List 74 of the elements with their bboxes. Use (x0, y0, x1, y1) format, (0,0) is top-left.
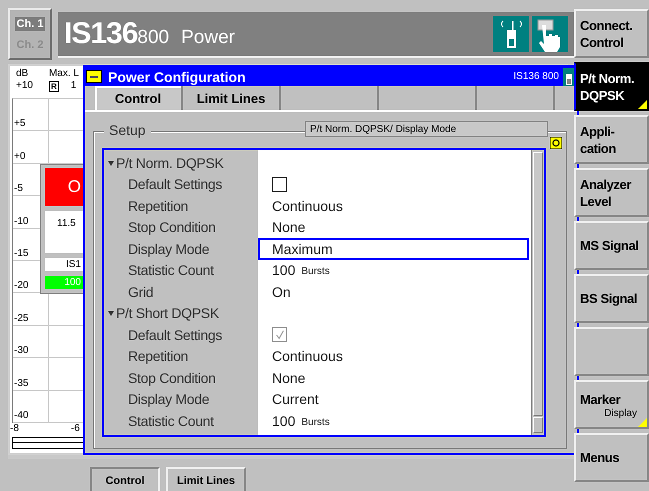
setting-label: Repetition (128, 198, 188, 214)
standard-tag: IS136 800 (513, 71, 559, 82)
mobile-phone-icon (563, 68, 575, 86)
bottom-tab[interactable]: Limit Lines (166, 467, 246, 491)
setting-label: Repetition (128, 348, 188, 364)
marker-value: 1 (70, 80, 76, 92)
setting-label: Grid (128, 284, 154, 300)
count-label: 100 (45, 276, 83, 289)
unit-label: dB (16, 68, 30, 80)
group-label[interactable]: P/t Norm. DQPSK (116, 154, 224, 171)
axis-label: -20 (14, 280, 28, 292)
setting-value[interactable]: None (272, 219, 306, 236)
softkey[interactable]: Menus (574, 433, 649, 482)
standard-label: IS1 (45, 258, 83, 271)
scrollbar[interactable] (531, 150, 544, 435)
setting-value[interactable]: Continuous (272, 198, 343, 214)
trace-label: Max. L (48, 68, 79, 80)
setting-value[interactable]: 100 (272, 412, 296, 429)
setting-label: Stop Condition (128, 219, 216, 236)
standard-title: IS136 (64, 17, 138, 51)
unit-label: Bursts (301, 266, 330, 278)
axis-label: +10 (16, 80, 33, 92)
band-label: 800 (137, 27, 170, 49)
axis-label: -30 (14, 345, 28, 358)
setting-label: Default Settings (128, 326, 222, 343)
bottom-tab[interactable]: Control (90, 467, 160, 491)
setting-value[interactable]: Continuous (272, 348, 343, 364)
status-indicator: O (45, 168, 83, 206)
checkbox[interactable] (272, 176, 287, 192)
axis-label: -35 (14, 378, 28, 390)
softkey[interactable]: P/t Norm. DQPSK (574, 62, 649, 111)
dialog-title: Power Configuration (108, 68, 246, 84)
axis-label: -15 (14, 248, 28, 260)
axis-label: -8 (10, 422, 19, 435)
setting-label: Display Mode (128, 391, 210, 408)
unit-label: Bursts (301, 416, 330, 428)
setting-value[interactable]: None (272, 370, 306, 386)
channel-tab[interactable]: Ch. 1 (14, 16, 46, 30)
axis-label: -25 (14, 312, 28, 325)
blank-softkey[interactable] (574, 327, 649, 376)
minimize-icon[interactable] (86, 70, 102, 83)
group-label[interactable]: P/t Short DQPSK (116, 305, 219, 322)
group-title: Setup (104, 122, 151, 138)
axis-label: -10 (14, 216, 28, 228)
setting-label: Default Settings (128, 176, 222, 192)
dialog-tab[interactable]: Control (95, 86, 183, 110)
axis-label: +0 (14, 150, 26, 163)
setting-label: Stop Condition (128, 370, 216, 386)
dialog-tab[interactable]: Limit Lines (183, 86, 281, 110)
axis-label: -5 (14, 183, 23, 196)
setting-label: Display Mode (128, 240, 210, 257)
softkey[interactable]: Marker Display (574, 380, 649, 429)
setting-value[interactable]: 100 (272, 262, 296, 278)
marker-icon: R (48, 80, 59, 92)
axis-label: -40 (14, 410, 28, 422)
selected-value-field[interactable]: Maximum (258, 238, 529, 260)
path-field: P/t Norm. DQPSK/ Display Mode (305, 121, 548, 137)
softkey[interactable]: BS Signal (574, 274, 649, 323)
pointing-hand-icon[interactable] (532, 16, 568, 52)
mobile-phone-icon[interactable] (493, 16, 529, 52)
axis-label: +5 (14, 118, 26, 130)
softkey[interactable]: Connect. Control (574, 9, 649, 58)
axis-label: -6 (70, 422, 80, 435)
application-title: Power (181, 27, 235, 49)
softkey[interactable]: Appli- cation (574, 115, 649, 164)
softkey[interactable]: Analyzer Level (574, 168, 649, 217)
setting-label: Statistic Count (128, 412, 214, 429)
setting-label: Statistic Count (128, 262, 214, 278)
setting-value[interactable]: Current (272, 391, 319, 408)
reading-value: 11.5 (57, 218, 76, 229)
softkey[interactable]: MS Signal (574, 221, 649, 270)
setting-value[interactable]: On (272, 284, 291, 300)
refresh-icon[interactable] (550, 137, 562, 149)
checkmark-icon (274, 328, 286, 341)
